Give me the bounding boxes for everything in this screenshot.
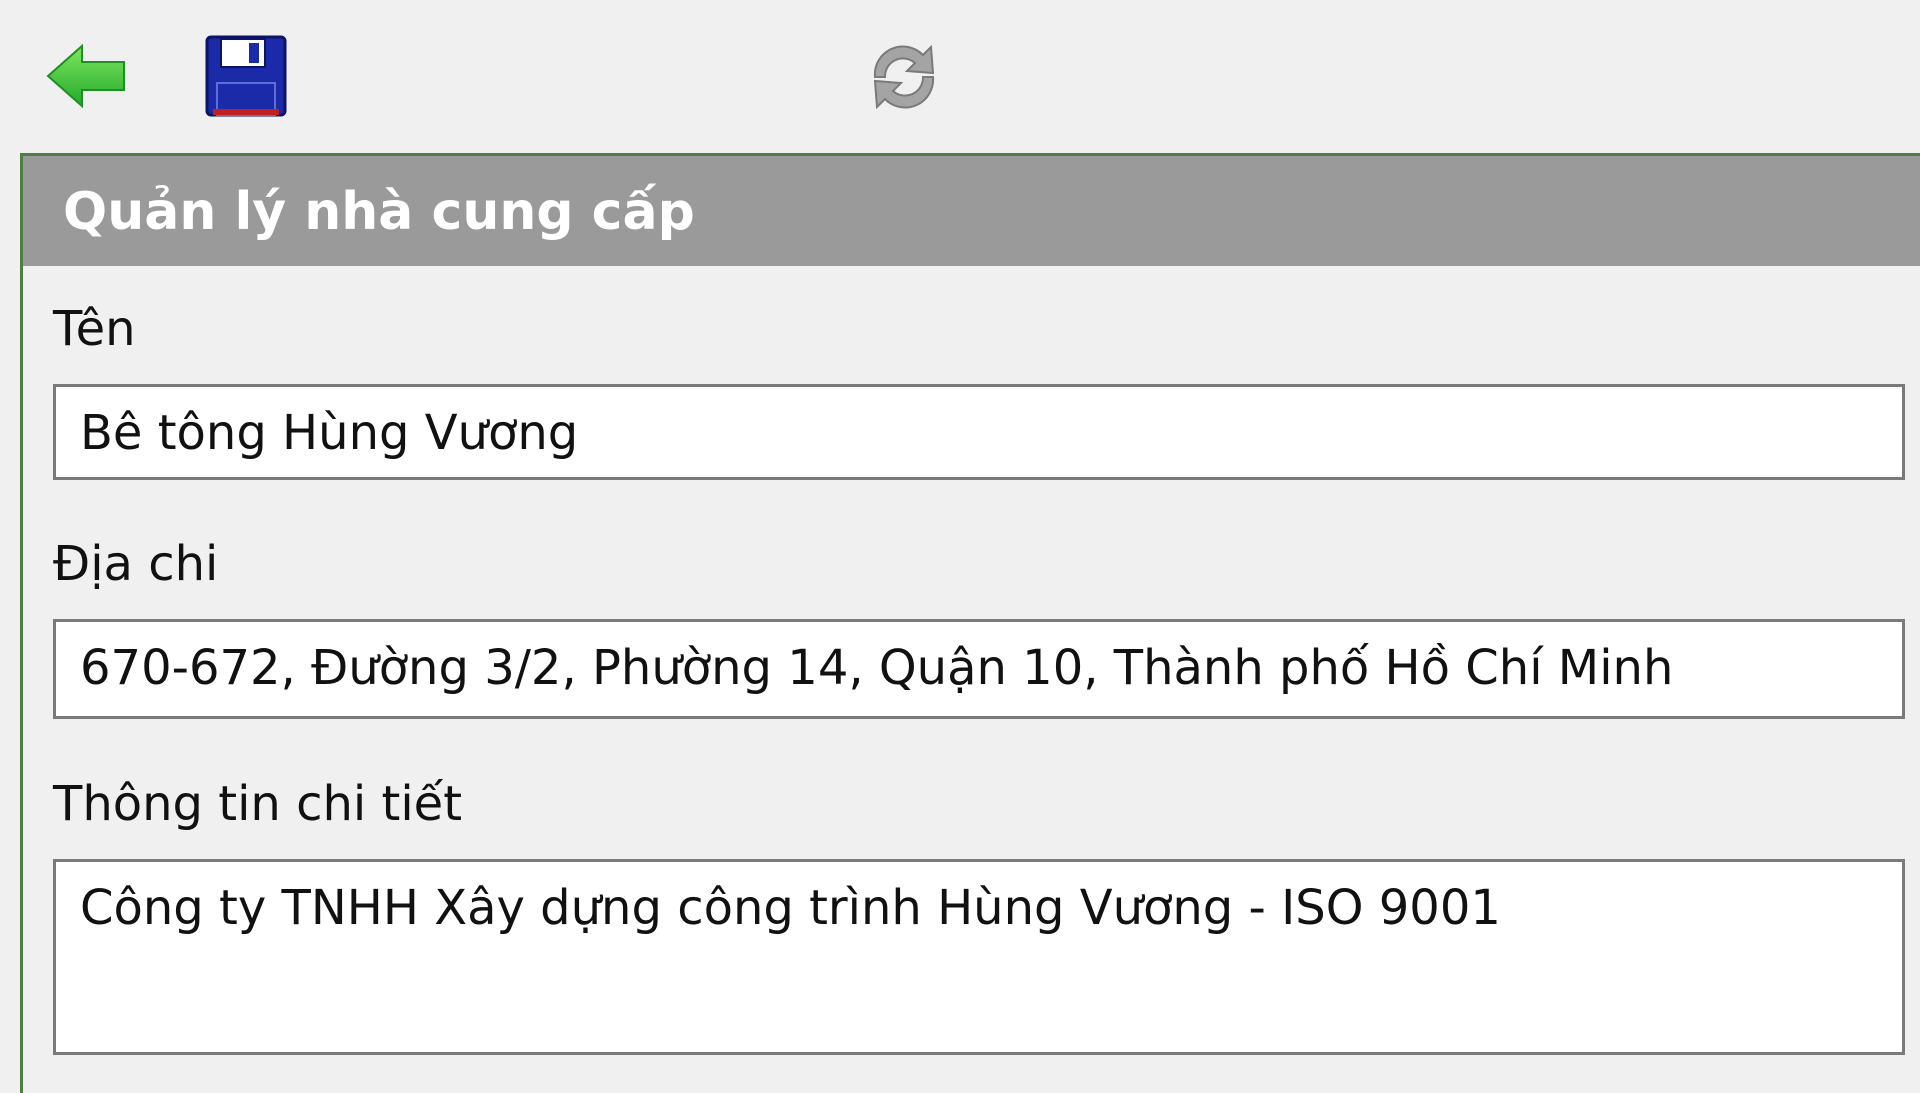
back-arrow-icon: [46, 43, 125, 109]
details-textarea[interactable]: Công ty TNHH Xây dựng công trình Hùng Vư…: [53, 859, 1905, 1055]
supplier-panel: Quản lý nhà cung cấp Tên Bê tông Hùng Vư…: [20, 153, 1920, 1093]
address-label: Địa chi: [53, 536, 219, 592]
save-button[interactable]: [198, 28, 294, 124]
panel-header: Quản lý nhà cung cấp: [23, 156, 1920, 266]
name-field[interactable]: Bê tông Hùng Vương: [53, 384, 1905, 480]
panel-title: Quản lý nhà cung cấp: [63, 182, 695, 242]
details-label: Thông tin chi tiết: [53, 776, 463, 832]
toolbar: [0, 0, 1920, 150]
refresh-icon: [873, 44, 935, 110]
floppy-disk-icon: [205, 35, 287, 117]
address-field[interactable]: 670-672, Đường 3/2, Phường 14, Quận 10, …: [53, 619, 1905, 719]
name-label: Tên: [53, 301, 136, 357]
back-button[interactable]: [38, 28, 134, 124]
refresh-button[interactable]: [856, 28, 952, 124]
